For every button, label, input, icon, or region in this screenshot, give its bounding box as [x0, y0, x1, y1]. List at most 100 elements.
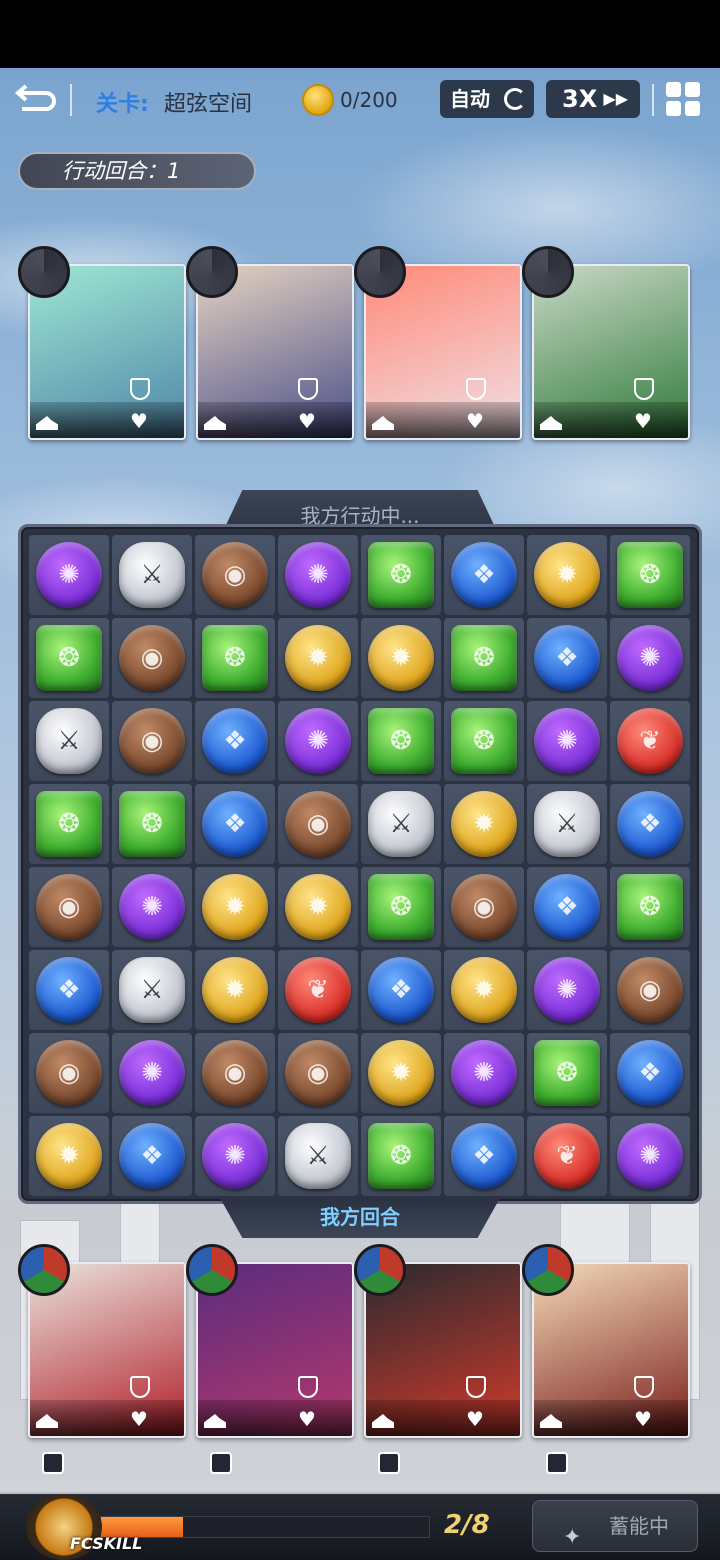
- board-cell[interactable]: ❂: [361, 867, 441, 947]
- board-cell[interactable]: ✺: [444, 1033, 524, 1113]
- wind-sigil-icon[interactable]: ✺: [285, 708, 351, 774]
- eye-sigil-icon[interactable]: ◉: [202, 542, 268, 608]
- water-sigil-icon[interactable]: ❖: [202, 708, 268, 774]
- wind-sigil-icon[interactable]: ✺: [617, 1123, 683, 1189]
- fire-sigil-icon[interactable]: ❦: [617, 708, 683, 774]
- board-cell[interactable]: ❂: [610, 535, 690, 615]
- board-cell[interactable]: ❦: [527, 1116, 607, 1196]
- board-cell[interactable]: ❖: [527, 618, 607, 698]
- board-cell[interactable]: ✹: [444, 950, 524, 1030]
- board-cell[interactable]: ❂: [444, 618, 524, 698]
- board-cell[interactable]: ◉: [195, 1033, 275, 1113]
- board-cell[interactable]: ◉: [29, 1033, 109, 1113]
- nature-sigil-icon[interactable]: ❂: [617, 874, 683, 940]
- board-cell[interactable]: ⚔: [29, 701, 109, 781]
- board-cell[interactable]: ✹: [278, 867, 358, 947]
- wind-sigil-icon[interactable]: ✺: [617, 625, 683, 691]
- board-cell[interactable]: ✹: [527, 535, 607, 615]
- board-cell[interactable]: ❂: [112, 784, 192, 864]
- board-cell[interactable]: ✹: [361, 1033, 441, 1113]
- board-cell[interactable]: ◉: [610, 950, 690, 1030]
- board-cell[interactable]: ✹: [195, 867, 275, 947]
- wind-sigil-icon[interactable]: ✺: [534, 708, 600, 774]
- skill-charge-icon[interactable]: [210, 1452, 232, 1474]
- wind-sigil-icon[interactable]: ✺: [285, 542, 351, 608]
- nature-sigil-icon[interactable]: ❂: [36, 791, 102, 857]
- board-cell[interactable]: ◉: [278, 1033, 358, 1113]
- board-cell[interactable]: ✺: [29, 535, 109, 615]
- water-sigil-icon[interactable]: ❖: [617, 791, 683, 857]
- board-cell[interactable]: ✹: [29, 1116, 109, 1196]
- board-cell[interactable]: ✺: [278, 535, 358, 615]
- board-cell[interactable]: ❂: [29, 618, 109, 698]
- board-cell[interactable]: ❖: [610, 1033, 690, 1113]
- water-sigil-icon[interactable]: ❖: [534, 625, 600, 691]
- sword-sigil-icon[interactable]: ⚔: [119, 957, 185, 1023]
- nature-sigil-icon[interactable]: ❂: [534, 1040, 600, 1106]
- board-cell[interactable]: ◉: [112, 618, 192, 698]
- board-cell[interactable]: ✺: [610, 618, 690, 698]
- board-cell[interactable]: ❖: [195, 784, 275, 864]
- wind-sigil-icon[interactable]: ✺: [451, 1040, 517, 1106]
- board-cell[interactable]: ❂: [610, 867, 690, 947]
- eye-sigil-icon[interactable]: ◉: [202, 1040, 268, 1106]
- fire-sigil-icon[interactable]: ❦: [534, 1123, 600, 1189]
- board-cell[interactable]: ❖: [361, 950, 441, 1030]
- board-cell[interactable]: ✹: [444, 784, 524, 864]
- menu-button[interactable]: [666, 82, 700, 116]
- board-cell[interactable]: ❂: [361, 1116, 441, 1196]
- eye-sigil-icon[interactable]: ◉: [36, 874, 102, 940]
- board-cell[interactable]: ⚔: [112, 535, 192, 615]
- sun-sigil-icon[interactable]: ✹: [285, 874, 351, 940]
- board-cell[interactable]: ◉: [444, 867, 524, 947]
- skill-charge-icon[interactable]: [42, 1452, 64, 1474]
- board-cell[interactable]: ❖: [112, 1116, 192, 1196]
- wind-sigil-icon[interactable]: ✺: [119, 1040, 185, 1106]
- sword-sigil-icon[interactable]: ⚔: [36, 708, 102, 774]
- nature-sigil-icon[interactable]: ❂: [119, 791, 185, 857]
- back-button[interactable]: [14, 80, 58, 116]
- nature-sigil-icon[interactable]: ❂: [202, 625, 268, 691]
- sun-sigil-icon[interactable]: ✹: [285, 625, 351, 691]
- sun-sigil-icon[interactable]: ✹: [534, 542, 600, 608]
- board-cell[interactable]: ⚔: [361, 784, 441, 864]
- nature-sigil-icon[interactable]: ❂: [36, 625, 102, 691]
- board-cell[interactable]: ❂: [195, 618, 275, 698]
- board-cell[interactable]: ✺: [112, 867, 192, 947]
- board-cell[interactable]: ✺: [112, 1033, 192, 1113]
- nature-sigil-icon[interactable]: ❂: [368, 1123, 434, 1189]
- eye-sigil-icon[interactable]: ◉: [285, 1040, 351, 1106]
- board-cell[interactable]: ❂: [361, 535, 441, 615]
- sun-sigil-icon[interactable]: ✹: [451, 791, 517, 857]
- board-cell[interactable]: ⚔: [527, 784, 607, 864]
- board-cell[interactable]: ❖: [29, 950, 109, 1030]
- water-sigil-icon[interactable]: ❖: [451, 1123, 517, 1189]
- sun-sigil-icon[interactable]: ✹: [451, 957, 517, 1023]
- wind-sigil-icon[interactable]: ✺: [534, 957, 600, 1023]
- sword-sigil-icon[interactable]: ⚔: [119, 542, 185, 608]
- nature-sigil-icon[interactable]: ❂: [617, 542, 683, 608]
- speed-button[interactable]: 3X ▶▶: [546, 80, 640, 118]
- water-sigil-icon[interactable]: ❖: [202, 791, 268, 857]
- board-cell[interactable]: ❂: [361, 701, 441, 781]
- water-sigil-icon[interactable]: ❖: [119, 1123, 185, 1189]
- nature-sigil-icon[interactable]: ❂: [368, 874, 434, 940]
- board-cell[interactable]: ⚔: [278, 1116, 358, 1196]
- board-cell[interactable]: ⚔: [112, 950, 192, 1030]
- water-sigil-icon[interactable]: ❖: [368, 957, 434, 1023]
- charge-button[interactable]: ✦ 蓄能中: [532, 1500, 698, 1552]
- water-sigil-icon[interactable]: ❖: [534, 874, 600, 940]
- auto-battle-button[interactable]: 自动: [440, 80, 534, 118]
- board-cell[interactable]: ✹: [278, 618, 358, 698]
- board-cell[interactable]: ✺: [527, 701, 607, 781]
- eye-sigil-icon[interactable]: ◉: [119, 625, 185, 691]
- board-cell[interactable]: ◉: [278, 784, 358, 864]
- board-cell[interactable]: ✺: [610, 1116, 690, 1196]
- sun-sigil-icon[interactable]: ✹: [368, 625, 434, 691]
- water-sigil-icon[interactable]: ❖: [451, 542, 517, 608]
- fire-sigil-icon[interactable]: ❦: [285, 957, 351, 1023]
- board-cell[interactable]: ◉: [112, 701, 192, 781]
- nature-sigil-icon[interactable]: ❂: [368, 708, 434, 774]
- board-cell[interactable]: ❖: [195, 701, 275, 781]
- sun-sigil-icon[interactable]: ✹: [202, 957, 268, 1023]
